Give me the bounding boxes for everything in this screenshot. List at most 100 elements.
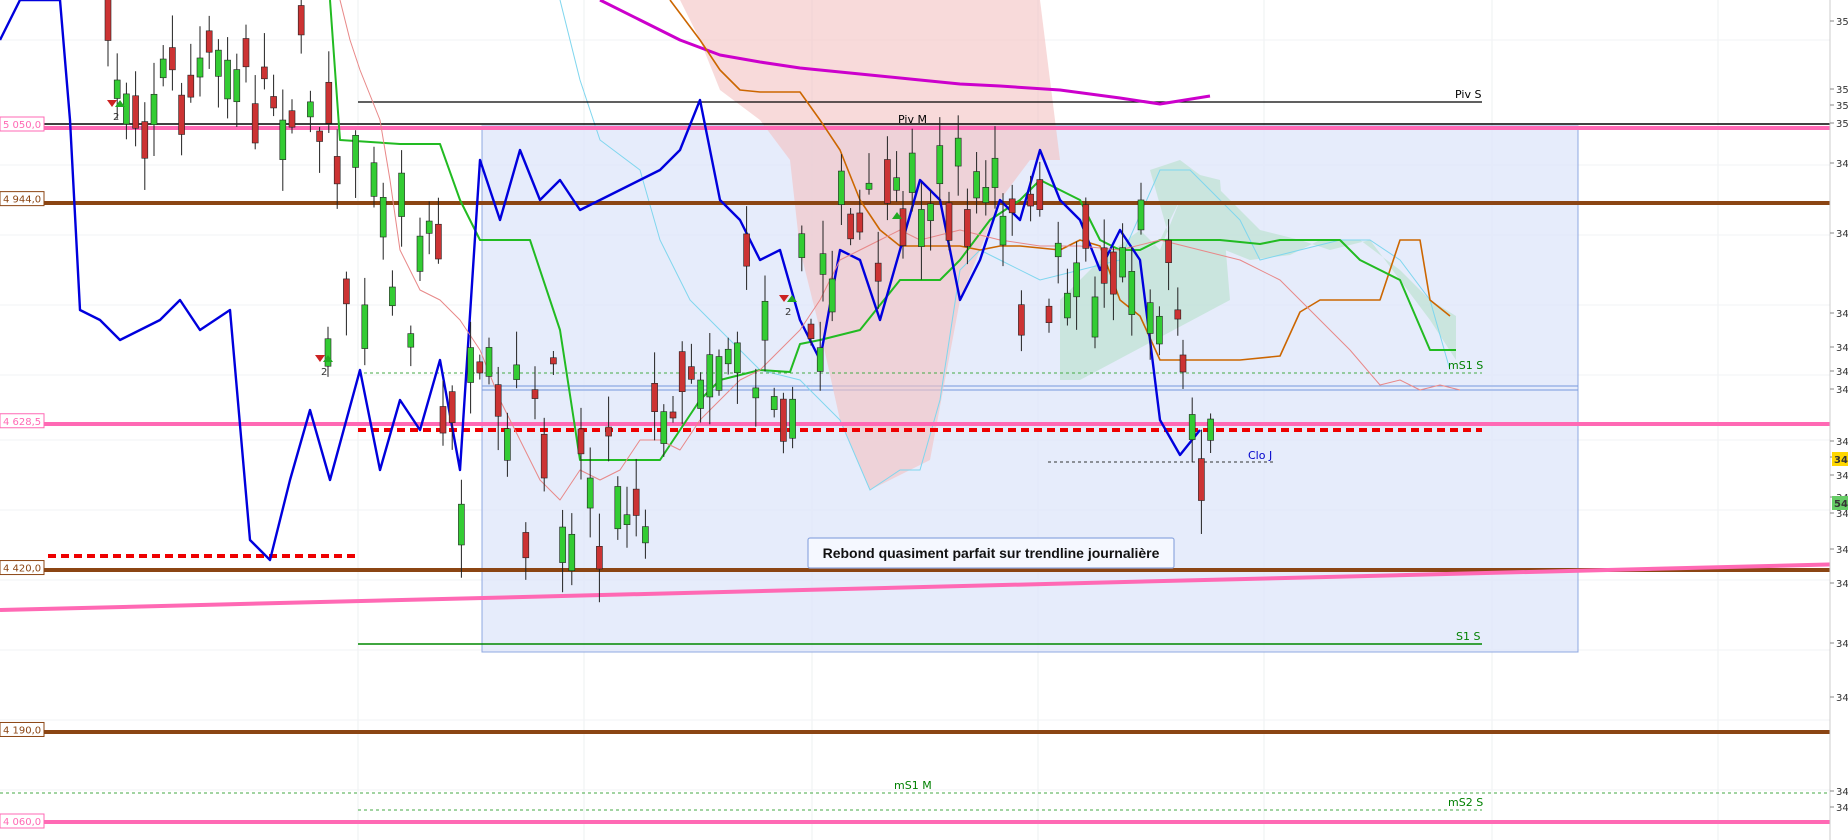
pivot-label: mS2 S: [1448, 796, 1483, 809]
axis-tick-label: 34: [1836, 787, 1848, 798]
level-label: 4 190,0: [0, 721, 45, 737]
candle-body: [261, 66, 268, 80]
candle-body: [435, 223, 442, 260]
level-label-text: 4 060,0: [3, 817, 41, 828]
level-label-text: 4 628,5: [3, 417, 41, 428]
candle-body: [1027, 193, 1034, 207]
candle-body: [789, 398, 796, 439]
chart-canvas[interactable]: 2 2 2 5 050,0 4 944,0 4 628,5 4 420,0 4 190,0 4…: [0, 0, 1848, 840]
candle-body: [1054, 242, 1062, 258]
candle-body: [1008, 198, 1016, 214]
candle-body: [1179, 354, 1187, 373]
pivot-label: mS1 M: [894, 779, 932, 792]
candle-body: [623, 514, 631, 525]
candle-body: [761, 300, 769, 341]
level-label: 5 050,0: [0, 116, 45, 132]
axis-tick-label: 34: [1836, 229, 1848, 240]
candle-body: [865, 182, 873, 190]
candle-body: [169, 47, 176, 71]
candle-body: [936, 145, 944, 185]
candle-body: [370, 162, 378, 197]
candle-body: [1091, 296, 1099, 338]
axis-tick-label: 34: [1836, 367, 1848, 378]
candle-body: [678, 351, 686, 393]
level-label-text: 4 420,0: [3, 564, 41, 575]
candle-body: [669, 411, 677, 419]
candle-body: [224, 59, 231, 100]
candle-body: [1188, 414, 1196, 440]
axis-tick-label: 34: [1836, 343, 1848, 354]
candle-body: [476, 361, 484, 374]
candle-body: [458, 503, 465, 546]
candle-body: [838, 170, 845, 205]
candle-body: [1128, 271, 1136, 315]
candle-body: [945, 202, 953, 241]
axis-tick-label: 35: [1836, 85, 1848, 96]
candle-body: [1156, 315, 1163, 345]
pivot-label: Piv M: [898, 113, 927, 126]
candle-body: [398, 172, 405, 217]
candle-body: [1137, 199, 1145, 231]
candle-body: [1064, 292, 1071, 319]
candle-body: [150, 93, 158, 126]
candle-body: [752, 387, 760, 399]
level-label-text: 5 050,0: [3, 120, 41, 131]
candle-body: [819, 253, 827, 275]
level-label-text: 4 190,0: [3, 725, 41, 736]
candle-body: [724, 348, 732, 365]
axis-tick-label: 34: [1836, 471, 1848, 482]
candle-body: [205, 30, 213, 53]
candle-body: [1036, 179, 1044, 210]
candle-body: [297, 5, 305, 36]
axis-tick-label: 34: [1836, 437, 1848, 448]
level-label: 4 420,0: [0, 560, 45, 576]
candle-body: [697, 379, 704, 409]
price-tag-text: 34: [1834, 455, 1848, 466]
candle-body: [828, 278, 836, 313]
candle-body: [660, 411, 668, 444]
price-tag-text: 54: [1834, 499, 1848, 510]
candle-body: [991, 157, 999, 188]
candle-body: [1119, 247, 1126, 278]
axis-tick-label: 34: [1836, 385, 1848, 396]
axis-tick-label: 34: [1836, 803, 1848, 814]
axis-tick-label: 34: [1836, 693, 1848, 704]
axis-tick-label: 34: [1836, 545, 1848, 556]
candle-body: [379, 197, 387, 238]
candle-body: [1073, 262, 1080, 298]
candle-body: [651, 383, 658, 412]
candle-body: [550, 357, 557, 365]
candle-body: [559, 526, 566, 563]
candle-body: [343, 278, 350, 305]
candle-body: [123, 93, 130, 125]
candle-body: [1110, 251, 1117, 295]
candle-body: [856, 212, 864, 233]
candle-body: [874, 262, 882, 282]
candle-body: [307, 101, 314, 118]
candle-body: [1100, 247, 1108, 284]
candle-body: [908, 152, 916, 193]
candle-body: [425, 220, 433, 234]
candle-body: [1207, 418, 1214, 441]
right-axis: 35 35 35 35 34 34 34 34 34 34 34 34 34 34 34 34 34 34 34 34…: [1829, 0, 1848, 840]
axis-tick-label: 34: [1836, 579, 1848, 590]
level-label: 4 628,5: [0, 413, 45, 429]
candle-body: [1174, 309, 1182, 320]
candle-body: [642, 526, 649, 544]
candle-body: [316, 130, 323, 142]
candle-body: [798, 233, 806, 258]
candle-body: [324, 338, 332, 367]
candle-body: [706, 354, 714, 398]
candle-body: [178, 94, 185, 135]
candle-body: [279, 119, 287, 160]
candle-body: [352, 135, 359, 168]
candle-body: [927, 203, 934, 221]
annotation-box: Rebond quasiment parfait sur trendline j…: [807, 537, 1175, 569]
candle-body: [113, 79, 121, 99]
candle-body: [1018, 304, 1025, 336]
candle-body: [807, 323, 815, 339]
candle-body: [504, 428, 511, 461]
candle-body: [918, 209, 925, 247]
candle-body: [999, 215, 1007, 246]
axis-tick-label: 34: [1836, 509, 1848, 520]
